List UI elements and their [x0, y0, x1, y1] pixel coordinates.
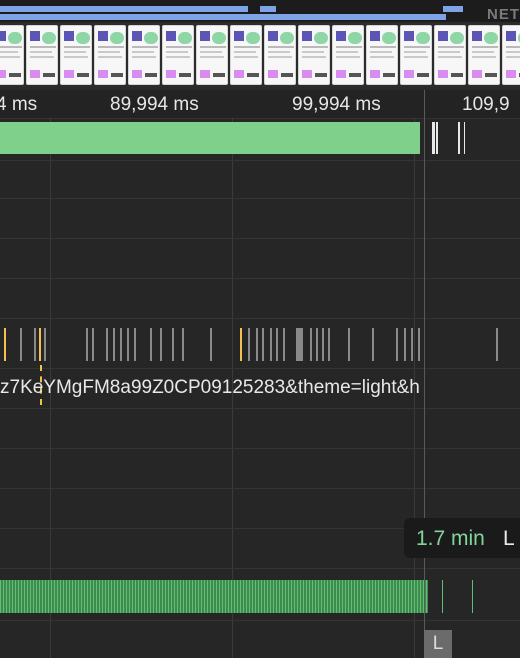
cpu-activity-segment[interactable] — [458, 122, 460, 154]
cpu-activity-segment[interactable] — [432, 122, 435, 154]
event-marker[interactable] — [372, 328, 374, 361]
screenshot-thumbnail[interactable] — [26, 25, 58, 85]
network-overview: NET — [0, 0, 520, 23]
network-request-bar — [443, 6, 463, 12]
event-marker[interactable] — [34, 328, 36, 361]
ruler-tick-label: 109,9 — [462, 94, 510, 115]
event-marker[interactable] — [248, 328, 250, 361]
ruler-tick-label: 99,994 ms — [292, 94, 381, 115]
track-divider — [0, 448, 520, 449]
network-request-bar — [0, 14, 446, 20]
event-marker[interactable] — [113, 328, 115, 361]
screenshot-thumbnail[interactable] — [60, 25, 92, 85]
screenshot-thumbnail[interactable] — [162, 25, 194, 85]
track-divider — [0, 368, 520, 369]
screenshot-thumbnail[interactable] — [230, 25, 262, 85]
frames-track[interactable] — [0, 580, 428, 613]
screenshot-thumbnail[interactable] — [400, 25, 432, 85]
event-marker[interactable] — [411, 328, 413, 361]
event-marker[interactable] — [106, 328, 108, 361]
frame-tick[interactable] — [442, 580, 443, 613]
event-marker[interactable] — [182, 328, 184, 361]
event-marker[interactable] — [283, 328, 285, 361]
track-divider — [0, 488, 520, 489]
event-marker[interactable] — [262, 328, 264, 361]
event-marker[interactable] — [418, 328, 420, 361]
event-marker[interactable] — [4, 328, 6, 361]
timeline-ruler[interactable]: 4 ms 89,994 ms 99,994 ms 109,9 — [0, 90, 520, 119]
hover-tooltip: 1.7 min L — [404, 518, 520, 558]
screenshot-thumbnail[interactable] — [332, 25, 364, 85]
track-divider — [0, 568, 520, 569]
event-marker[interactable] — [86, 328, 88, 361]
lcp-marker-badge[interactable]: L — [424, 630, 452, 658]
track-divider — [0, 198, 520, 199]
event-marker[interactable] — [240, 328, 242, 361]
event-marker[interactable] — [276, 328, 278, 361]
ruler-tick-label: 89,994 ms — [110, 94, 199, 115]
screenshot-thumbnail[interactable] — [196, 25, 228, 85]
event-marker[interactable] — [92, 328, 94, 361]
event-marker[interactable] — [172, 328, 174, 361]
event-marker[interactable] — [322, 328, 324, 361]
event-marker[interactable] — [310, 328, 312, 361]
track-divider — [0, 318, 520, 319]
event-marker[interactable] — [44, 328, 46, 361]
cpu-activity-bar[interactable] — [0, 122, 420, 154]
network-request-bar — [0, 6, 248, 12]
track-divider — [0, 408, 520, 409]
track-divider — [0, 160, 520, 161]
screenshot-thumbnail[interactable] — [264, 25, 296, 85]
timeline-cursor-line — [424, 90, 425, 658]
event-marker[interactable] — [396, 328, 398, 361]
network-track-label: NET — [487, 6, 520, 23]
event-marker[interactable] — [160, 328, 162, 361]
track-divider — [0, 278, 520, 279]
screenshot-thumbnail[interactable] — [366, 25, 398, 85]
event-marker[interactable] — [496, 328, 498, 361]
screenshot-thumbnail[interactable] — [502, 25, 520, 85]
event-marker[interactable] — [127, 328, 129, 361]
event-marker[interactable] — [134, 328, 136, 361]
event-marker[interactable] — [39, 328, 41, 361]
event-marker[interactable] — [210, 328, 212, 361]
event-marker[interactable] — [150, 328, 152, 361]
event-marker[interactable] — [404, 328, 406, 361]
screenshot-thumbnail[interactable] — [298, 25, 330, 85]
frame-tick[interactable] — [472, 580, 473, 613]
network-request-bar — [260, 6, 276, 12]
screenshot-filmstrip[interactable] — [0, 22, 520, 90]
track-divider — [0, 620, 520, 621]
cpu-activity-segment[interactable] — [436, 122, 438, 154]
tooltip-duration: 1.7 min — [416, 527, 485, 550]
screenshot-thumbnail[interactable] — [128, 25, 160, 85]
event-marker[interactable] — [296, 328, 303, 361]
event-marker[interactable] — [120, 328, 122, 361]
event-marker[interactable] — [316, 328, 318, 361]
page-url-label[interactable]: z7KeYMgFM8a99Z0CP09125283&theme=light&h — [0, 377, 420, 399]
event-marker[interactable] — [256, 328, 258, 361]
track-divider — [0, 238, 520, 239]
event-marker[interactable] — [270, 328, 272, 361]
cpu-activity-segment[interactable] — [464, 122, 465, 154]
ruler-tick-label: 4 ms — [0, 94, 38, 115]
event-marker[interactable] — [348, 328, 350, 361]
screenshot-thumbnail[interactable] — [468, 25, 500, 85]
screenshot-thumbnail[interactable] — [0, 25, 24, 85]
tooltip-label: L — [503, 527, 515, 550]
screenshot-thumbnail[interactable] — [434, 25, 466, 85]
screenshot-thumbnail[interactable] — [94, 25, 126, 85]
event-marker[interactable] — [328, 328, 330, 361]
event-marker[interactable] — [20, 328, 22, 361]
